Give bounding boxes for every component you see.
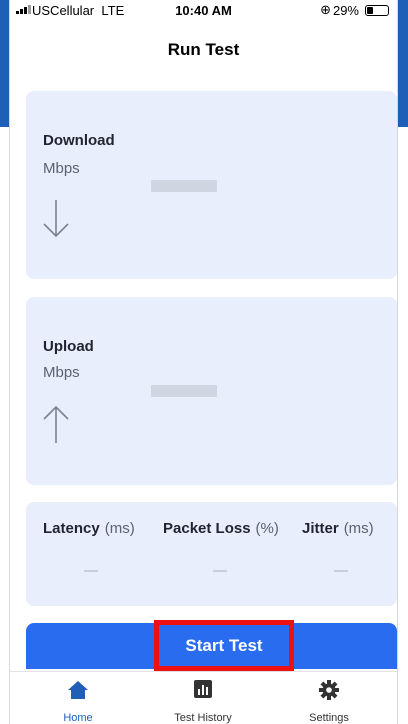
arrow-down-icon	[43, 200, 69, 238]
tab-home[interactable]: Home	[23, 672, 133, 724]
packet-loss-label: Packet Loss	[163, 520, 251, 537]
upload-label: Upload	[43, 338, 94, 355]
packet-loss-unit: (%)	[255, 520, 279, 537]
status-bar: USCellular LTE 10:40 AM ⊕ 29%	[10, 0, 397, 20]
tab-settings-label: Settings	[309, 712, 349, 724]
orientation-lock-icon: ⊕	[320, 2, 331, 17]
chart-icon	[194, 680, 212, 698]
jitter-metric: Jitter (ms)	[302, 520, 374, 537]
latency-label: Latency	[43, 520, 100, 537]
download-card: Download Mbps	[26, 91, 397, 279]
battery-icon	[365, 5, 389, 16]
latency-unit: (ms)	[104, 520, 135, 537]
packet-loss-value-placeholder	[213, 570, 227, 572]
gear-icon	[319, 680, 339, 700]
phone-screen: USCellular LTE 10:40 AM ⊕ 29% Run Test D…	[10, 0, 397, 724]
jitter-value-placeholder	[334, 570, 348, 572]
upload-card: Upload Mbps	[26, 297, 397, 485]
tab-test-history[interactable]: Test History	[148, 672, 258, 724]
page-title: Run Test	[167, 40, 240, 59]
arrow-up-icon	[43, 405, 69, 443]
home-icon	[68, 681, 88, 699]
upload-unit: Mbps	[43, 364, 80, 381]
tab-bar: Home Test History Settings	[10, 671, 397, 724]
download-label: Download	[43, 132, 115, 149]
tab-test-history-label: Test History	[174, 712, 232, 724]
jitter-label: Jitter	[302, 520, 339, 537]
battery-percent: 29%	[332, 3, 359, 18]
packet-loss-metric: Packet Loss (%)	[163, 520, 279, 537]
start-test-label[interactable]: Start Test	[154, 620, 294, 671]
latency-value-placeholder	[84, 570, 98, 572]
metrics-card: Latency (ms) Packet Loss (%) Jitter (ms)	[26, 502, 397, 606]
tab-settings[interactable]: Settings	[274, 672, 384, 724]
background-panel-right	[396, 0, 408, 127]
download-value-placeholder	[151, 180, 217, 192]
tab-home-label: Home	[63, 712, 93, 724]
upload-value-placeholder	[151, 385, 217, 397]
jitter-unit: (ms)	[343, 520, 374, 537]
download-unit: Mbps	[43, 160, 80, 177]
latency-metric: Latency (ms)	[43, 520, 135, 537]
